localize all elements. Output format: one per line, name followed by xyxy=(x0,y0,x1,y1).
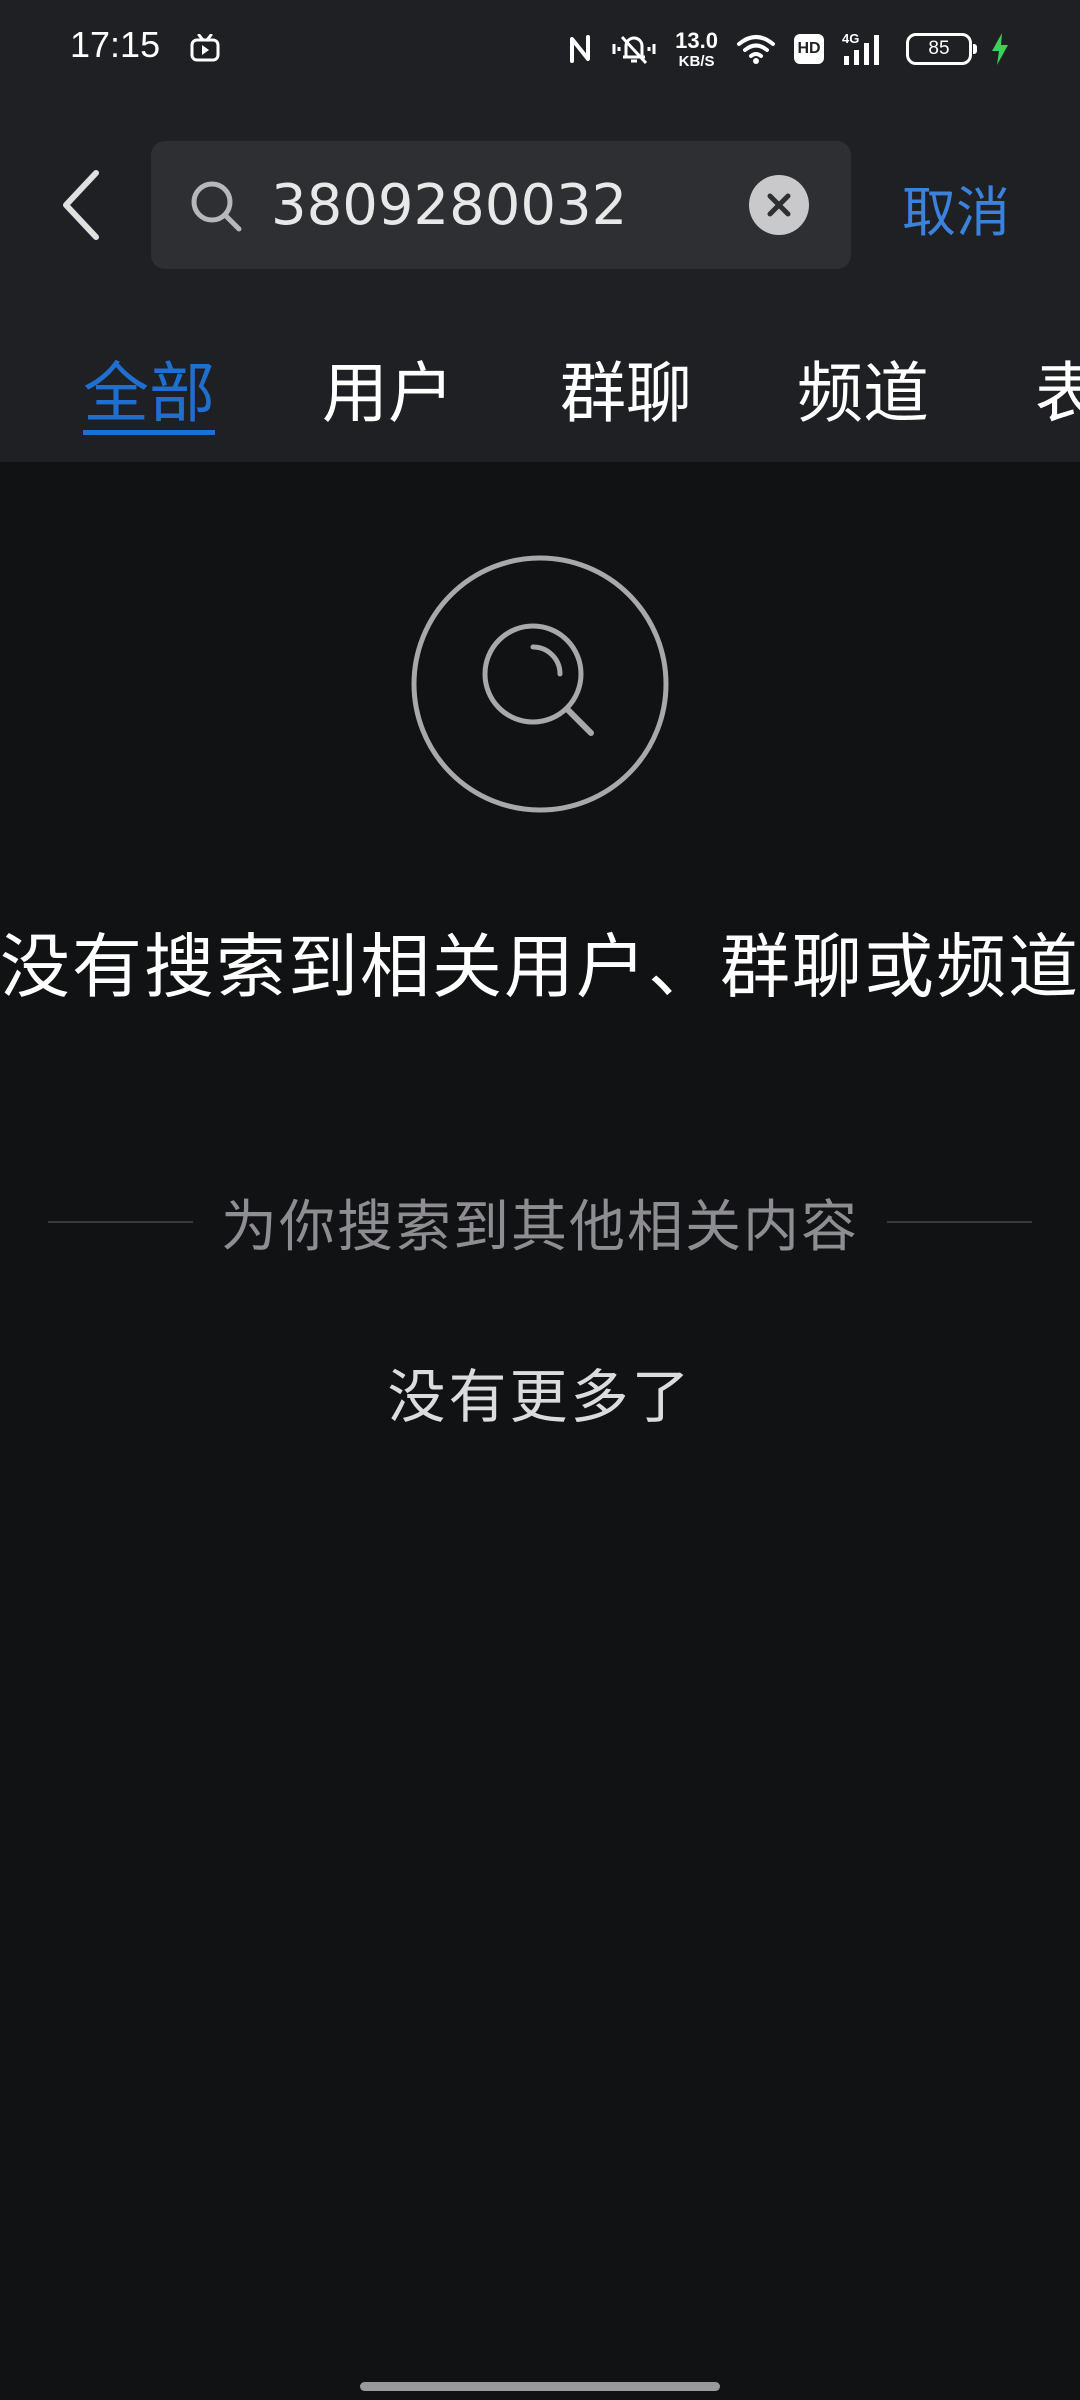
related-content-label: 为你搜索到其他相关内容 xyxy=(221,1194,859,1260)
header-area: 17:15 13.0 KB/S HD 4G 85 3809280032 取消 全… xyxy=(0,0,1080,462)
status-time: 17:15 xyxy=(70,24,161,65)
hd-badge: HD xyxy=(794,34,824,64)
category-tabs: 全部 用户 群聊 频道 表 xyxy=(0,340,1080,450)
cancel-button[interactable]: 取消 xyxy=(902,168,1010,247)
tab-users[interactable]: 用户 xyxy=(322,340,454,436)
tab-channels[interactable]: 频道 xyxy=(797,340,929,436)
tv-app-icon xyxy=(190,34,220,62)
battery-indicator: 85 xyxy=(906,33,977,65)
search-icon xyxy=(191,181,242,232)
divider-line-right xyxy=(887,1221,1032,1223)
tab-all[interactable]: 全部 xyxy=(83,340,215,436)
status-icons: 13.0 KB/S HD 4G 85 xyxy=(567,26,1010,72)
tab-more[interactable]: 表 xyxy=(1035,340,1080,436)
network-speed-unit: KB/S xyxy=(678,52,715,70)
search-box[interactable] xyxy=(151,141,851,269)
network-speed: 13.0 KB/S xyxy=(675,27,718,70)
empty-search-icon xyxy=(411,555,669,813)
network-speed-value: 13.0 xyxy=(675,27,718,53)
charging-icon xyxy=(992,33,1008,65)
close-icon xyxy=(767,193,791,217)
divider-line-left xyxy=(48,1221,193,1223)
clear-search-button[interactable] xyxy=(749,175,809,235)
wifi-icon xyxy=(737,35,775,64)
status-bar: 17:15 13.0 KB/S HD 4G 85 xyxy=(0,0,1080,96)
signal-icon: 4G xyxy=(842,31,879,65)
mute-vibrate-icon xyxy=(612,35,656,65)
svg-text:4G: 4G xyxy=(842,31,859,46)
related-content-divider: 为你搜索到其他相关内容 xyxy=(48,1180,1032,1264)
empty-state-title: 没有搜索到相关用户、群聊或频道 xyxy=(0,926,1080,1008)
no-more-label: 没有更多了 xyxy=(387,1363,693,1431)
search-input[interactable] xyxy=(271,161,741,249)
chevron-left-icon xyxy=(63,170,99,240)
nfc-icon xyxy=(570,35,591,63)
back-button[interactable] xyxy=(52,160,112,250)
home-indicator[interactable] xyxy=(360,2382,720,2391)
search-results-screen: 17:15 13.0 KB/S HD 4G 85 3809280032 取消 全… xyxy=(0,0,1080,2400)
tab-group-chats[interactable]: 群聊 xyxy=(560,340,692,436)
